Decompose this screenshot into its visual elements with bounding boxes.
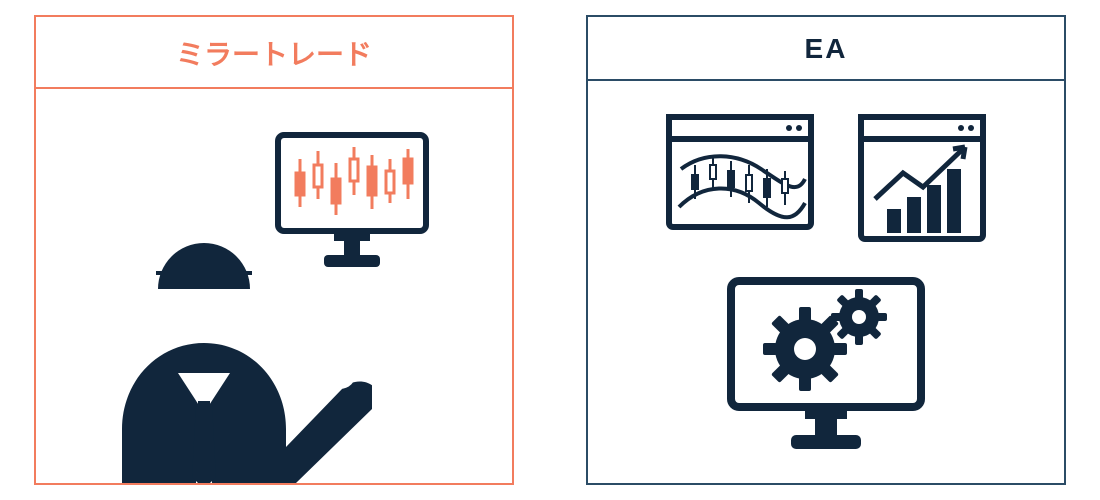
panel-ea: EA [586,15,1066,485]
stats-window-icon [857,113,987,243]
panel-ea-body [588,81,1064,483]
businessman-pointing-icon [92,223,372,483]
automation-monitor-icon [721,271,931,461]
panel-ea-title: EA [588,17,1064,81]
analysis-window-icon [665,113,815,243]
panel-mirror-trade-body [36,89,512,483]
ea-top-row [588,113,1064,243]
ea-bottom-row [588,271,1064,461]
panel-mirror-trade: ミラートレード [34,15,514,485]
panel-mirror-trade-title: ミラートレード [36,17,512,89]
